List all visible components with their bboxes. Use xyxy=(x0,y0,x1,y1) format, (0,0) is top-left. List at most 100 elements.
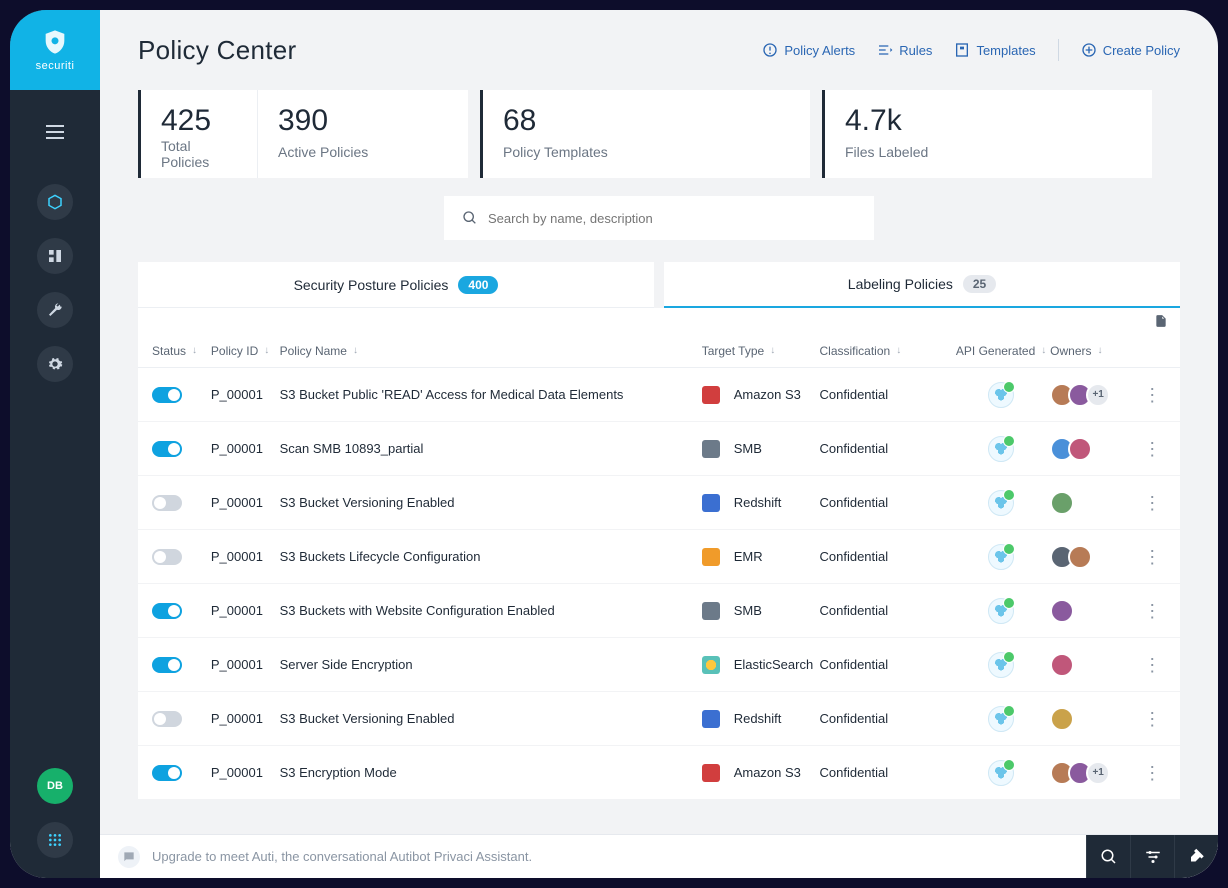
status-toggle[interactable] xyxy=(152,657,182,673)
brand-logo[interactable]: securiti xyxy=(10,10,100,90)
footer-filter-button[interactable] xyxy=(1130,835,1174,878)
layout-icon xyxy=(47,248,63,264)
api-generated-badge xyxy=(988,598,1014,624)
owner-avatar[interactable] xyxy=(1050,653,1074,677)
col-target[interactable]: Target Type↓ xyxy=(702,344,820,358)
sidebar-item-home[interactable] xyxy=(37,184,73,220)
col-owners[interactable]: Owners↓ xyxy=(1050,344,1138,358)
table-row[interactable]: P_00001 S3 Bucket Public 'READ' Access f… xyxy=(138,368,1180,422)
target-type: EMR xyxy=(702,548,820,566)
user-avatar[interactable]: DB xyxy=(37,768,73,804)
owner-more[interactable]: +1 xyxy=(1086,383,1110,407)
classification: Confidential xyxy=(820,657,953,672)
stat-policy-templates: 68 Policy Templates xyxy=(480,90,810,178)
tab-count: 400 xyxy=(458,276,498,294)
stat-value: 390 xyxy=(278,104,448,138)
classification: Confidential xyxy=(820,603,953,618)
footer-search-button[interactable] xyxy=(1086,835,1130,878)
cube-icon xyxy=(46,193,64,211)
target-icon xyxy=(702,602,720,620)
policy-table: Status↓ Policy ID↓ Policy Name↓ Target T… xyxy=(138,308,1180,800)
owner-avatar[interactable] xyxy=(1068,437,1092,461)
tab-security-posture[interactable]: Security Posture Policies 400 xyxy=(138,262,654,308)
classification: Confidential xyxy=(820,711,953,726)
stat-label: Policy Templates xyxy=(503,144,790,160)
col-api[interactable]: API Generated↓ xyxy=(952,344,1050,358)
app-frame: securiti DB Policy Center Pol xyxy=(10,10,1218,878)
owners xyxy=(1050,599,1074,623)
policy-name: S3 Buckets Lifecycle Configuration xyxy=(280,549,702,564)
table-row[interactable]: P_00001 S3 Buckets with Website Configur… xyxy=(138,584,1180,638)
col-id[interactable]: Policy ID↓ xyxy=(211,344,280,358)
status-toggle[interactable] xyxy=(152,711,182,727)
api-generated-badge xyxy=(988,760,1014,786)
col-name[interactable]: Policy Name↓ xyxy=(280,344,702,358)
rules-link[interactable]: Rules xyxy=(877,42,932,58)
table-row[interactable]: P_00001 Server Side Encryption ElasticSe… xyxy=(138,638,1180,692)
owner-more[interactable]: +1 xyxy=(1086,761,1110,785)
tab-count: 25 xyxy=(963,275,996,293)
target-icon xyxy=(702,494,720,512)
sidebar-item-tools[interactable] xyxy=(37,292,73,328)
status-toggle[interactable] xyxy=(152,387,182,403)
main: Policy Center Policy Alerts Rules Templa… xyxy=(100,10,1218,878)
search-input[interactable] xyxy=(488,211,856,226)
table-row[interactable]: P_00001 S3 Encryption Mode Amazon S3 Con… xyxy=(138,746,1180,800)
stat-label: Total Policies xyxy=(161,138,237,170)
table-row[interactable]: P_00001 S3 Bucket Versioning Enabled Red… xyxy=(138,476,1180,530)
rules-label: Rules xyxy=(899,43,932,58)
sidebar-item-settings[interactable] xyxy=(37,346,73,382)
table-row[interactable]: P_00001 S3 Buckets Lifecycle Configurati… xyxy=(138,530,1180,584)
export-icon[interactable] xyxy=(1154,314,1168,328)
stat-label: Active Policies xyxy=(278,144,448,160)
stat-active-policies: 390 Active Policies xyxy=(258,90,468,178)
templates-link[interactable]: Templates xyxy=(954,42,1035,58)
col-status[interactable]: Status↓ xyxy=(152,344,211,358)
classification: Confidential xyxy=(820,441,953,456)
gear-icon xyxy=(47,356,63,372)
sidebar-item-dashboard[interactable] xyxy=(37,238,73,274)
footer: Upgrade to meet Auti, the conversational… xyxy=(100,834,1218,878)
status-toggle[interactable] xyxy=(152,495,182,511)
policy-name: Server Side Encryption xyxy=(280,657,702,672)
classification: Confidential xyxy=(820,495,953,510)
table-row[interactable]: P_00001 S3 Bucket Versioning Enabled Red… xyxy=(138,692,1180,746)
classification: Confidential xyxy=(820,387,953,402)
status-toggle[interactable] xyxy=(152,549,182,565)
owner-avatar[interactable] xyxy=(1050,491,1074,515)
target-icon xyxy=(702,548,720,566)
policy-name: S3 Encryption Mode xyxy=(280,765,702,780)
page-title: Policy Center xyxy=(138,35,297,66)
tab-label: Labeling Policies xyxy=(848,276,953,292)
chat-icon[interactable] xyxy=(118,846,140,868)
owners xyxy=(1050,545,1092,569)
policy-name: Scan SMB 10893_partial xyxy=(280,441,702,456)
create-policy-button[interactable]: Create Policy xyxy=(1081,42,1180,58)
owners xyxy=(1050,437,1092,461)
target-type: Redshift xyxy=(702,710,820,728)
col-classification[interactable]: Classification↓ xyxy=(820,344,953,358)
status-toggle[interactable] xyxy=(152,603,182,619)
policy-id: P_00001 xyxy=(211,441,280,456)
owner-avatar[interactable] xyxy=(1050,707,1074,731)
owners xyxy=(1050,653,1074,677)
tab-label: Security Posture Policies xyxy=(294,277,449,293)
api-generated-badge xyxy=(988,652,1014,678)
target-icon xyxy=(702,656,720,674)
owner-avatar[interactable] xyxy=(1050,599,1074,623)
footer-tools xyxy=(1086,835,1218,878)
table-row[interactable]: P_00001 Scan SMB 10893_partial SMB Confi… xyxy=(138,422,1180,476)
sidebar-item-apps[interactable] xyxy=(37,822,73,858)
target-icon xyxy=(702,440,720,458)
status-toggle[interactable] xyxy=(152,765,182,781)
footer-build-button[interactable] xyxy=(1174,835,1218,878)
api-generated-badge xyxy=(988,490,1014,516)
status-toggle[interactable] xyxy=(152,441,182,457)
target-type: Amazon S3 xyxy=(702,386,820,404)
menu-toggle-icon[interactable] xyxy=(37,114,73,150)
policy-alerts-link[interactable]: Policy Alerts xyxy=(762,42,855,58)
search-box[interactable] xyxy=(444,196,874,240)
owner-avatar[interactable] xyxy=(1068,545,1092,569)
templates-icon xyxy=(954,42,970,58)
tab-labeling[interactable]: Labeling Policies 25 xyxy=(664,262,1180,308)
